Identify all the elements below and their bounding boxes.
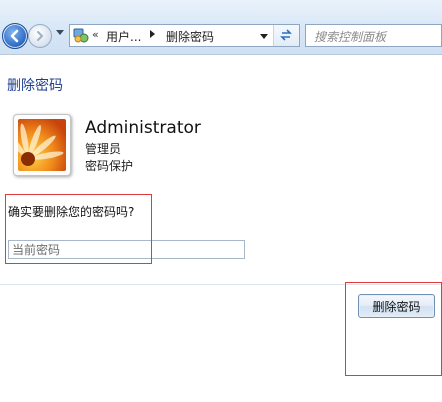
breadcrumb-current[interactable]: 删除密码 (166, 28, 214, 45)
breadcrumb-parent[interactable]: 用户... (106, 28, 141, 45)
back-button[interactable] (2, 23, 28, 49)
address-dropdown-icon[interactable] (260, 34, 268, 39)
arrow-left-icon (10, 29, 19, 43)
flower-avatar-icon (18, 119, 66, 171)
password-status: 密码保护 (85, 159, 134, 173)
highlight-box-button (345, 282, 442, 376)
arrow-right-icon (37, 31, 43, 41)
control-panel-icon (73, 28, 89, 43)
search-placeholder: 搜索控制面板 (314, 30, 387, 44)
breadcrumb-overflow[interactable]: « (92, 28, 99, 41)
user-avatar (13, 114, 71, 176)
search-box[interactable]: 搜索控制面板 (305, 24, 442, 47)
forward-button[interactable] (28, 24, 52, 48)
refresh-button[interactable] (273, 25, 299, 46)
address-bar[interactable]: « 用户... 删除密码 (69, 24, 300, 47)
page-title: 删除密码 (7, 78, 63, 94)
recent-pages-dropdown[interactable] (56, 30, 64, 35)
address-toolbar: « 用户... 删除密码 搜索控制面板 (0, 0, 442, 55)
user-role: 管理员 (85, 142, 122, 156)
breadcrumb-separator-icon[interactable] (150, 30, 155, 38)
refresh-icon (280, 29, 292, 41)
highlight-box-form (5, 194, 152, 264)
user-name: Administrator (85, 118, 201, 138)
